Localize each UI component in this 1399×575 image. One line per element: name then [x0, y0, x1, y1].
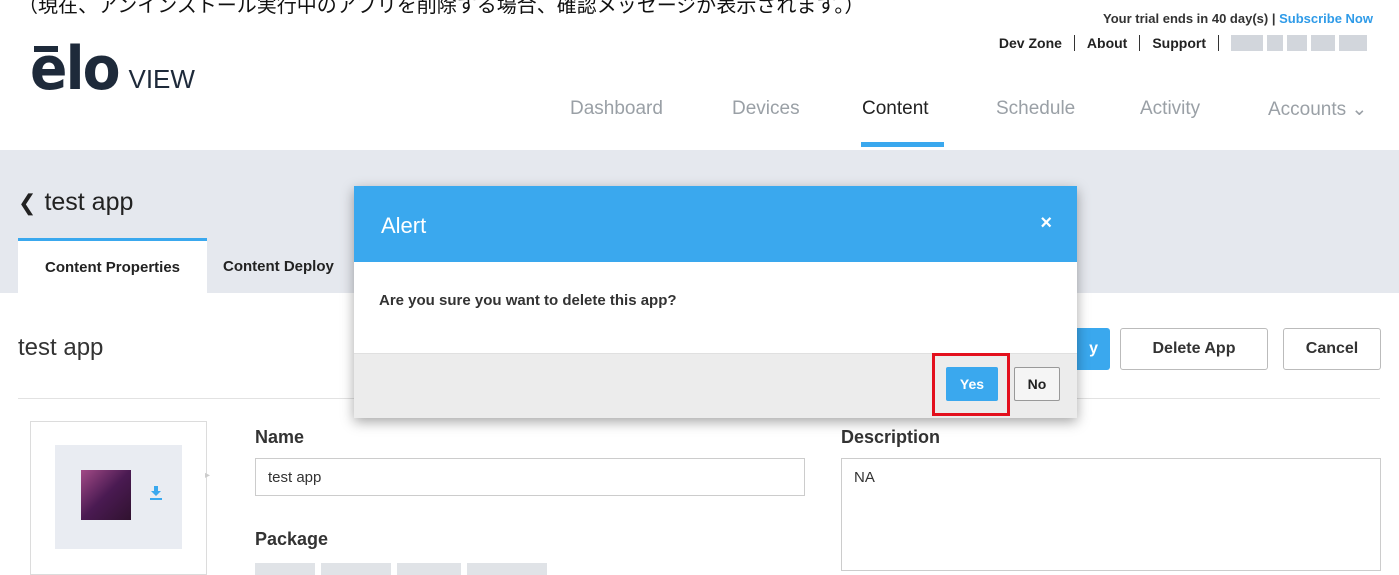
nav-accounts[interactable]: Accounts ⌄	[1268, 98, 1367, 121]
main-nav: Dashboard Devices Content Schedule Activ…	[0, 98, 1399, 148]
back-link[interactable]: ❮ test app	[18, 188, 133, 217]
elo-view-logo[interactable]: elo VIEW	[30, 34, 195, 104]
name-label: Name	[255, 427, 305, 447]
tab-content-deploy[interactable]: Content Deploy	[211, 238, 354, 294]
alert-header: Alert ×	[354, 186, 1077, 262]
logo-sub: VIEW	[128, 64, 195, 94]
logo-main: elo	[30, 34, 121, 104]
nav-dashboard[interactable]: Dashboard	[570, 98, 663, 120]
trial-text: Your trial ends in 40 day(s) |	[1103, 11, 1280, 26]
alert-title: Alert	[381, 213, 427, 238]
package-value-blurred	[255, 563, 547, 575]
description-textarea[interactable]: NA	[841, 458, 1381, 571]
subscribe-now-link[interactable]: Subscribe Now	[1279, 11, 1373, 26]
trial-notice: Your trial ends in 40 day(s) | Subscribe…	[1103, 11, 1373, 26]
name-input[interactable]: test app	[255, 458, 805, 496]
chevron-right-icon: ▸	[205, 470, 211, 481]
nav-devices[interactable]: Devices	[732, 98, 800, 120]
top-links: Dev Zone About Support	[987, 35, 1367, 51]
user-account-blurred[interactable]	[1231, 35, 1367, 51]
app-icon	[81, 470, 131, 520]
package-label: Package	[255, 529, 329, 549]
nav-content[interactable]: Content	[862, 98, 929, 120]
section-title: test app	[18, 334, 104, 361]
highlight-box	[932, 353, 1010, 416]
close-icon[interactable]: ×	[1040, 212, 1052, 235]
description-label: Description	[841, 427, 941, 447]
no-button[interactable]: No	[1014, 367, 1060, 401]
dev-zone-link[interactable]: Dev Zone	[987, 35, 1075, 51]
about-link[interactable]: About	[1075, 35, 1141, 51]
nav-schedule[interactable]: Schedule	[996, 98, 1075, 120]
cancel-button[interactable]: Cancel	[1283, 328, 1381, 370]
chevron-left-icon: ❮	[18, 189, 37, 215]
tab-content-properties[interactable]: Content Properties	[18, 238, 207, 294]
nav-activity[interactable]: Activity	[1140, 98, 1200, 120]
alert-message: Are you sure you want to delete this app…	[379, 292, 677, 309]
download-icon[interactable]	[150, 486, 162, 500]
page-caption: （現在、アンインストール実行中のアプリを削除する場合、確認メッセージが表示されま…	[18, 0, 865, 17]
delete-app-button[interactable]: Delete App	[1120, 328, 1268, 370]
back-title: test app	[44, 188, 134, 216]
support-link[interactable]: Support	[1140, 35, 1219, 51]
nav-active-indicator	[861, 142, 944, 147]
